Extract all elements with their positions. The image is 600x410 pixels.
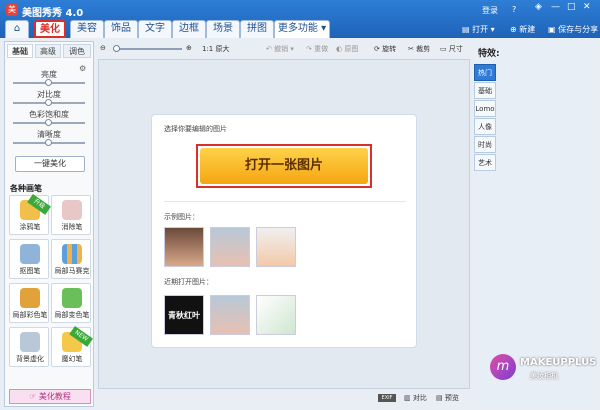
select-prompt: 选择你要编辑的图片 (164, 125, 227, 133)
help-icon[interactable]: ? (512, 5, 516, 14)
fx-tab-fashion[interactable]: 时尚 (474, 136, 496, 153)
mosaic-tool[interactable]: 局部马赛克 (51, 239, 91, 279)
subtab-advanced[interactable]: 高级 (35, 44, 61, 58)
makeupplus-watermark: m MAKEUPPLUS 美妆相机 (490, 352, 597, 388)
tab-collage[interactable]: 拼图 (240, 20, 274, 38)
tab-scene[interactable]: 场景 (206, 20, 240, 38)
slider-knob[interactable] (45, 119, 52, 126)
zoom-knob[interactable] (113, 45, 120, 52)
color-brush-icon (20, 288, 40, 308)
plus-icon: ⊕ (510, 25, 517, 34)
minimize-icon[interactable]: — (551, 2, 560, 12)
recent-images-title: 近期打开图片： (164, 278, 213, 286)
one-click-beautify-button[interactable]: 一键美化 (15, 156, 85, 172)
zoom-out-icon[interactable]: ⊖ (100, 44, 106, 52)
rotate-button[interactable]: ⟳ 旋转 (374, 44, 396, 54)
slider-knob[interactable] (45, 79, 52, 86)
tab-frame[interactable]: 边框 (172, 20, 206, 38)
contrast-slider[interactable] (13, 99, 85, 106)
recent-image-1[interactable]: 青秋红叶 (164, 295, 204, 335)
login-link[interactable]: 登录 (482, 5, 498, 16)
undo-button[interactable]: ↶ 撤销 ▾ (266, 44, 294, 54)
brightness-slider[interactable] (13, 79, 85, 86)
fx-tab-art[interactable]: 艺术 (474, 154, 496, 171)
eraser-tool[interactable]: 消除笔 (51, 195, 91, 235)
tab-home[interactable]: ⌂ (5, 20, 29, 38)
exif-button[interactable]: EXIF (378, 394, 396, 402)
sharpness-slider[interactable] (13, 139, 85, 146)
size-button[interactable]: ▭ 尺寸 (440, 44, 463, 54)
app-logo-icon: 美 (6, 4, 18, 16)
maximize-icon[interactable]: □ (567, 2, 576, 12)
sample-image-3[interactable] (256, 227, 296, 267)
skin-icon[interactable]: ◈ (535, 2, 542, 12)
makeupplus-logo-icon: m (490, 354, 516, 380)
tab-text[interactable]: 文字 (138, 20, 172, 38)
background-blur-tool[interactable]: 背景虚化 (9, 327, 49, 367)
eraser-icon (62, 200, 82, 220)
new-button[interactable]: ⊕ 新建 (510, 24, 535, 35)
color-brush-tool[interactable]: 局部彩色笔 (9, 283, 49, 323)
save-share-button[interactable]: ▣ 保存与分享 (548, 24, 598, 35)
tab-more-features[interactable]: 更多功能 ▾ (274, 20, 330, 38)
preview-button[interactable]: ▤ 预览 (436, 393, 459, 403)
magic-brush-tool[interactable]: NEW 魔幻笔 (51, 326, 93, 367)
compare-button[interactable]: ▥ 对比 (404, 393, 427, 403)
saturation-slider[interactable] (13, 119, 85, 126)
paint-bucket-icon (62, 288, 82, 308)
mosaic-icon (62, 244, 82, 264)
original-button[interactable]: ◐ 原图 (336, 44, 358, 54)
edit-toolbar: ⊖ ⊕ 1:1 原大 ↶ 撤销 ▾ ↷ 重做 ◐ 原图 ⟳ 旋转 ✂ 裁剪 ▭ … (98, 41, 470, 57)
start-card: 选择你要编辑的图片 打开一张图片 示例图片： 近期打开图片： 青秋红叶 (151, 114, 417, 348)
zoom-slider[interactable] (113, 45, 182, 52)
home-icon: ⌂ (13, 23, 21, 34)
folder-icon: ▤ (462, 25, 470, 34)
recolor-brush-tool[interactable]: 局部变色笔 (51, 283, 91, 323)
tab-accessories[interactable]: 饰品 (104, 20, 138, 38)
crop-button[interactable]: ✂ 裁剪 (408, 44, 430, 54)
subtab-basic[interactable]: 基础 (7, 44, 33, 58)
brand-name: MAKEUPPLUS (520, 357, 597, 368)
blur-icon (20, 332, 40, 352)
zoom-in-icon[interactable]: ⊕ (186, 44, 192, 52)
beautify-tutorial-button[interactable]: ☞ 美化教程 (9, 389, 91, 404)
actual-size-button[interactable]: 1:1 原大 (202, 44, 230, 54)
open-image-button[interactable]: 打开一张图片 (200, 148, 368, 184)
recent-image-2[interactable] (210, 295, 250, 335)
sample-images-title: 示例图片： (164, 213, 199, 221)
close-icon[interactable]: ✕ (583, 2, 591, 12)
hand-icon: ☞ (29, 392, 37, 401)
cutout-icon (20, 244, 40, 264)
cutout-brush-tool[interactable]: 抠图笔 (9, 239, 49, 279)
open-menu-button[interactable]: ▤ 打开 ▾ (462, 24, 495, 35)
save-icon: ▣ (548, 25, 556, 34)
adjust-panel: 基础 高级 调色 ⚙ 亮度 对比度 色彩饱和度 清晰度 一键美化 各种画笔 升级… (4, 41, 94, 407)
fx-tab-hot[interactable]: 热门 (474, 64, 496, 81)
sample-image-2[interactable] (210, 227, 250, 267)
app-title: 美图秀秀 4.0 (22, 8, 84, 19)
tab-makeup[interactable]: 美容 (70, 20, 104, 38)
recent-image-3[interactable] (256, 295, 296, 335)
graffiti-brush-tool[interactable]: 升级 涂鸦笔 (9, 194, 51, 235)
canvas-area: 选择你要编辑的图片 打开一张图片 示例图片： 近期打开图片： 青秋红叶 (98, 59, 470, 389)
fx-tab-basic[interactable]: 基础 (474, 82, 496, 99)
brushes-heading: 各种画笔 (10, 184, 42, 193)
divider (164, 201, 406, 202)
open-image-highlight[interactable]: 打开一张图片 (196, 144, 372, 188)
effects-title: 特效: (478, 49, 500, 59)
sample-image-1[interactable] (164, 227, 204, 267)
brand-subtitle: 美妆相机 (530, 372, 558, 380)
fx-tab-lomo[interactable]: Lomo (474, 100, 496, 117)
subtab-color[interactable]: 调色 (63, 44, 91, 58)
status-bar: EXIF ▥ 对比 ▤ 预览 (98, 390, 470, 407)
fx-tab-portrait[interactable]: 人像 (474, 118, 496, 135)
slider-knob[interactable] (45, 99, 52, 106)
redo-button[interactable]: ↷ 重做 (306, 44, 328, 54)
slider-knob[interactable] (45, 139, 52, 146)
tab-beautify[interactable]: 美化 (34, 20, 66, 38)
